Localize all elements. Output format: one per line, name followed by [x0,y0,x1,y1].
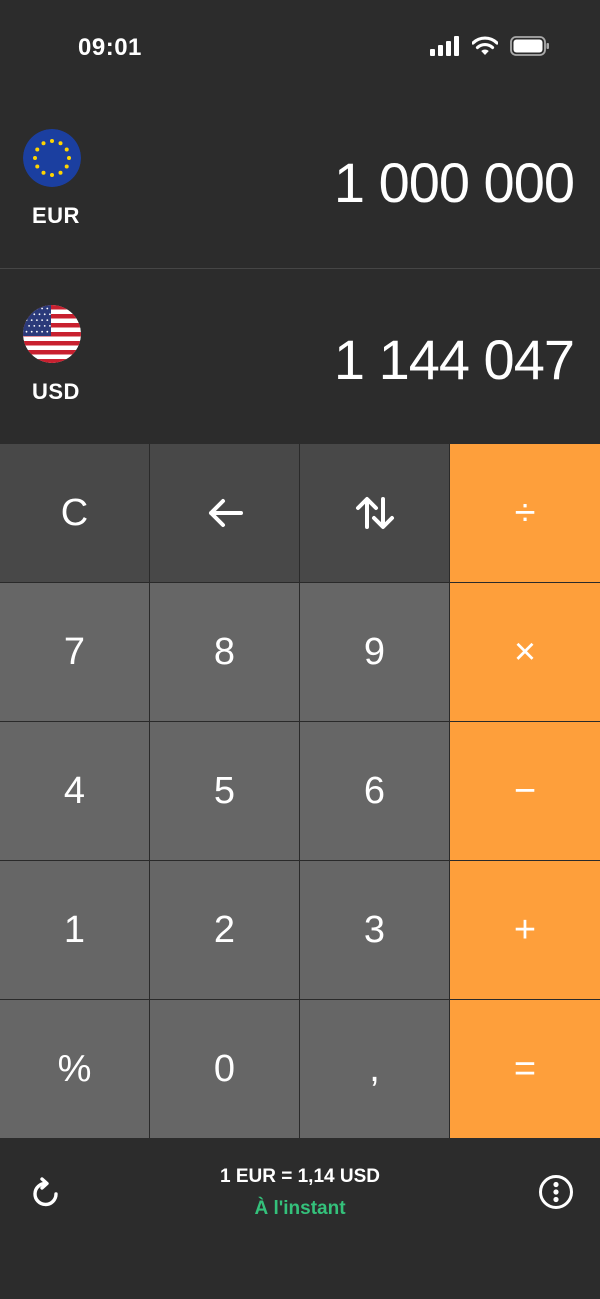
clear-button[interactable]: C [0,444,150,583]
currency-code: USD [32,379,80,404]
key-label: 2 [213,908,236,951]
currency-row-eur[interactable]: EUR 1 000 000 [0,96,600,270]
multiply-label: × [513,630,537,673]
status-bar: 09:01 [0,0,600,96]
decimal-button[interactable]: , [300,1000,450,1139]
currency-amount: 1 144 047 [333,328,575,391]
percent-label: % [57,1047,92,1090]
battery-icon [510,36,549,56]
key-label: 5 [213,769,236,812]
key-4[interactable]: 4 [0,722,150,861]
eu-flag-icon [23,129,81,187]
backspace-button[interactable] [150,444,300,583]
key-8[interactable]: 8 [150,583,300,722]
percent-button[interactable]: % [0,1000,150,1139]
equals-label: = [513,1047,537,1090]
backspace-icon [208,499,243,527]
footer: 1 EUR = 1,14 USD À l'instant [0,1138,600,1299]
currency-amount: 1 000 000 [333,151,575,214]
divide-button[interactable]: ÷ [450,444,600,583]
swap-button[interactable] [300,444,450,583]
multiply-button[interactable]: × [450,583,600,722]
decimal-label: , [369,1047,380,1090]
keypad: C ÷ 7 8 9 × 4 5 6 − 1 2 3 + % 0 , = [0,444,600,1139]
key-3[interactable]: 3 [300,861,450,1000]
key-label: 0 [213,1047,236,1090]
signal-icon [430,36,459,56]
equals-button[interactable]: = [450,1000,600,1139]
swap-icon [355,497,394,529]
key-9[interactable]: 9 [300,583,450,722]
more-icon[interactable] [538,1174,574,1210]
key-0[interactable]: 0 [150,1000,300,1139]
us-flag-icon [23,305,81,363]
key-label: 1 [63,908,86,951]
exchange-rate: 1 EUR = 1,14 USD [220,1166,380,1187]
clear-label: C [60,491,89,534]
subtract-label: − [513,769,537,812]
key-5[interactable]: 5 [150,722,300,861]
key-label: 6 [363,769,386,812]
key-2[interactable]: 2 [150,861,300,1000]
status-time: 09:01 [78,34,142,61]
status-icons [430,36,550,56]
key-label: 3 [363,908,386,951]
key-label: 7 [63,630,86,673]
add-button[interactable]: + [450,861,600,1000]
currency-code: EUR [32,203,80,228]
key-6[interactable]: 6 [300,722,450,861]
key-label: 4 [63,769,86,812]
key-label: 9 [363,630,386,673]
key-label: 8 [213,630,236,673]
divide-label: ÷ [514,491,536,534]
key-1[interactable]: 1 [0,861,150,1000]
subtract-button[interactable]: − [450,722,600,861]
add-label: + [513,908,537,951]
row-divider [0,268,600,269]
key-7[interactable]: 7 [0,583,150,722]
last-updated: À l'instant [254,1198,346,1219]
wifi-icon [472,36,498,55]
currency-row-usd[interactable]: USD 1 144 047 [0,270,600,444]
